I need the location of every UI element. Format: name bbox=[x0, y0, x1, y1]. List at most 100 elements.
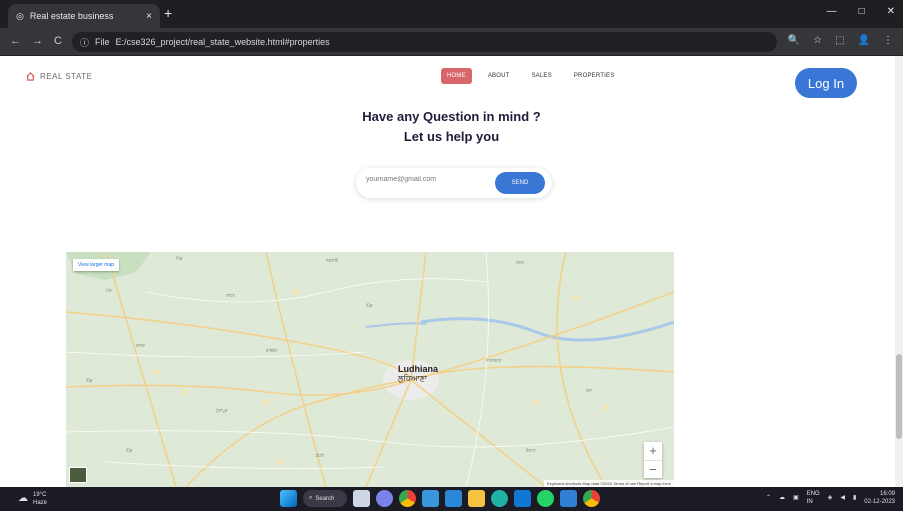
svg-text:ਨਗਰ: ਨਗਰ bbox=[515, 260, 524, 265]
svg-text:ਜਗਰਾਓਂ: ਜਗਰਾਓਂ bbox=[325, 258, 338, 263]
weather-icon: ☁ bbox=[18, 493, 28, 504]
search-label: Search bbox=[315, 495, 335, 502]
taskbar-apps: ⌕ Search bbox=[280, 490, 600, 507]
store-icon[interactable] bbox=[422, 490, 439, 507]
map-attribution[interactable]: Keyboard shortcuts Map data ©2023 Terms … bbox=[543, 480, 674, 487]
lang-line2: IN bbox=[806, 499, 813, 505]
scrollbar-thumb[interactable] bbox=[896, 354, 902, 439]
clock-time: 16:09 bbox=[879, 491, 895, 497]
map-roads: ਪਿੰਡ ਜਗਰਾਓਂ ਨਗਰ ਮੋਗਾ ਸ਼ਹਿਰ ਪਿੰਡ ਕਸਬਾ ਰਾਏਕੋਟ ਸਾ… bbox=[66, 252, 674, 487]
battery-icon[interactable]: ▮ bbox=[853, 494, 856, 502]
embedded-map[interactable]: ਪਿੰਡ ਜਗਰਾਓਂ ਨਗਰ ਮੋਗਾ ਸ਼ਹਿਰ ਪਿੰਡ ਕਸਬਾ ਰਾਏਕੋਟ ਸਾ… bbox=[66, 252, 674, 487]
new-tab-button[interactable]: + bbox=[164, 5, 172, 21]
svg-text:ਸਾਹਨੇਵਾਲ: ਸਾਹਨੇਵਾਲ bbox=[485, 358, 501, 363]
windows-taskbar: ☁ 19°C Haze ⌕ Search ⌃ ☁ ▣ ENG IN ◈ ◀ ▮ … bbox=[0, 487, 903, 511]
view-larger-map-link[interactable]: View larger map bbox=[73, 259, 120, 271]
globe-icon: ◎ bbox=[16, 10, 24, 21]
reload-icon[interactable]: C bbox=[54, 35, 62, 47]
windows-start-icon[interactable] bbox=[280, 490, 297, 507]
weather-desc: Haze bbox=[33, 500, 48, 506]
map-city-label: Ludhiana ਲੁਧਿਆਣਾ bbox=[398, 364, 438, 384]
svg-text:ਪਿੰਡ: ਪਿੰਡ bbox=[125, 448, 133, 453]
web-page: REAL STATE HOME ABOUT SALES PROPERTIES L… bbox=[0, 56, 903, 487]
chat-icon[interactable] bbox=[376, 490, 393, 507]
bookmark-star-icon[interactable]: ☆ bbox=[813, 35, 822, 46]
lang-line1: ENG bbox=[806, 491, 820, 497]
svg-text:ਮੁੱਲਾਂਪੁਰ: ਮੁੱਲਾਂਪੁਰ bbox=[215, 408, 228, 413]
browser-tab[interactable]: ◎ Real estate business × bbox=[8, 4, 160, 28]
address-prefix: File bbox=[95, 37, 110, 47]
menu-item-properties[interactable]: PROPERTIES bbox=[568, 68, 621, 84]
city-name-local: ਲੁਧਿਆਣਾ bbox=[398, 374, 428, 383]
weather-widget[interactable]: ☁ 19°C Haze bbox=[18, 491, 47, 507]
clock[interactable]: 16:09 02-12-2023 bbox=[864, 490, 895, 506]
zoom-out-button[interactable]: − bbox=[644, 460, 662, 478]
question-heading: Have any Question in mind ? bbox=[362, 109, 541, 124]
forward-icon[interactable]: → bbox=[32, 35, 43, 47]
site-logo[interactable]: REAL STATE bbox=[26, 72, 92, 81]
svg-text:ਕਸਬਾ: ਕਸਬਾ bbox=[135, 343, 146, 348]
map-satellite-thumbnail[interactable] bbox=[69, 467, 87, 483]
task-view-icon[interactable] bbox=[353, 490, 370, 507]
weather-temp: 19°C bbox=[33, 492, 47, 498]
svg-text:ਖੰਨਾ: ਖੰਨਾ bbox=[585, 388, 593, 393]
browser-toolbar: ← → C ⓘ File E:/cse326_project/real_stat… bbox=[0, 28, 903, 56]
back-icon[interactable]: ← bbox=[10, 35, 21, 47]
svg-text:ਡੇਹਲੋਂ: ਡੇਹਲੋਂ bbox=[315, 453, 324, 458]
close-tab-icon[interactable]: × bbox=[146, 11, 152, 22]
cloud-icon[interactable]: ☁ bbox=[779, 494, 785, 502]
svg-text:ਪਿੰਡ: ਪਿੰਡ bbox=[85, 378, 93, 383]
zoom-in-button[interactable]: + bbox=[644, 442, 662, 460]
tray-chevron-icon[interactable]: ⌃ bbox=[766, 494, 771, 502]
svg-text:ਮੋਗਾ: ਮੋਗਾ bbox=[105, 288, 113, 293]
edge-icon[interactable] bbox=[491, 490, 508, 507]
main-menu: HOME ABOUT SALES PROPERTIES bbox=[441, 68, 620, 84]
menu-item-about[interactable]: ABOUT bbox=[482, 68, 516, 84]
browser-titlebar: ◎ Real estate business × + — □ ✕ bbox=[0, 0, 903, 28]
map-zoom-controls: + − bbox=[644, 442, 662, 478]
question-subheading: Let us help you bbox=[403, 129, 500, 144]
language-indicator[interactable]: ENG IN bbox=[807, 490, 820, 506]
toolbar-icons: 🔍 ☆ ⬚ 👤 ⋮ bbox=[788, 35, 893, 46]
zoom-icon[interactable]: 🔍 bbox=[788, 35, 800, 46]
file-explorer-icon[interactable] bbox=[468, 490, 485, 507]
photos-icon[interactable] bbox=[445, 490, 462, 507]
wifi-icon[interactable]: ◈ bbox=[828, 494, 833, 502]
search-icon: ⌕ bbox=[309, 495, 313, 501]
menu-kebab-icon[interactable]: ⋮ bbox=[883, 35, 893, 46]
send-button[interactable]: SEND bbox=[495, 172, 545, 194]
menu-item-home[interactable]: HOME bbox=[441, 68, 472, 84]
vscode-icon[interactable] bbox=[560, 490, 577, 507]
svg-text:ਪਿੰਡ: ਪਿੰਡ bbox=[175, 256, 183, 261]
profile-icon[interactable]: 👤 bbox=[858, 35, 870, 46]
tab-title: Real estate business bbox=[29, 11, 114, 21]
sidepanel-icon[interactable]: ⬚ bbox=[835, 35, 844, 46]
maximize-icon[interactable]: □ bbox=[859, 6, 865, 17]
email-form: SEND bbox=[356, 168, 552, 198]
info-icon[interactable]: ⓘ bbox=[80, 36, 89, 49]
window-controls: — □ ✕ bbox=[827, 6, 895, 17]
chrome-icon[interactable] bbox=[399, 490, 416, 507]
svg-text:ਸ਼ਹਿਰ: ਸ਼ਹਿਰ bbox=[225, 293, 235, 298]
mail-icon[interactable] bbox=[514, 490, 531, 507]
close-window-icon[interactable]: ✕ bbox=[887, 6, 895, 17]
svg-text:ਦੋਰਾਹਾ: ਦੋਰਾਹਾ bbox=[525, 448, 537, 453]
page-scrollbar[interactable] bbox=[895, 56, 903, 487]
svg-text:ਪਿੰਡ: ਪਿੰਡ bbox=[365, 303, 373, 308]
minimize-icon[interactable]: — bbox=[827, 6, 837, 17]
email-input[interactable] bbox=[366, 176, 486, 183]
volume-icon[interactable]: ◀ bbox=[840, 494, 845, 502]
menu-item-sales[interactable]: SALES bbox=[525, 68, 557, 84]
clock-date: 02-12-2023 bbox=[864, 499, 895, 505]
taskbar-search[interactable]: ⌕ Search bbox=[303, 490, 347, 507]
address-bar[interactable]: ⓘ File E:/cse326_project/real_state_webs… bbox=[72, 32, 777, 52]
login-button[interactable]: Log In bbox=[795, 68, 857, 98]
whatsapp-icon[interactable] bbox=[537, 490, 554, 507]
nav-buttons: ← → C bbox=[10, 35, 62, 47]
tray-app-icon[interactable]: ▣ bbox=[793, 494, 799, 502]
svg-text:ਰਾਏਕੋਟ: ਰਾਏਕੋਟ bbox=[265, 348, 278, 353]
address-text[interactable]: E:/cse326_project/real_state_website.htm… bbox=[116, 37, 330, 47]
home-icon bbox=[26, 72, 35, 81]
logo-text: REAL STATE bbox=[40, 72, 93, 81]
chrome-profile-icon[interactable] bbox=[583, 490, 600, 507]
